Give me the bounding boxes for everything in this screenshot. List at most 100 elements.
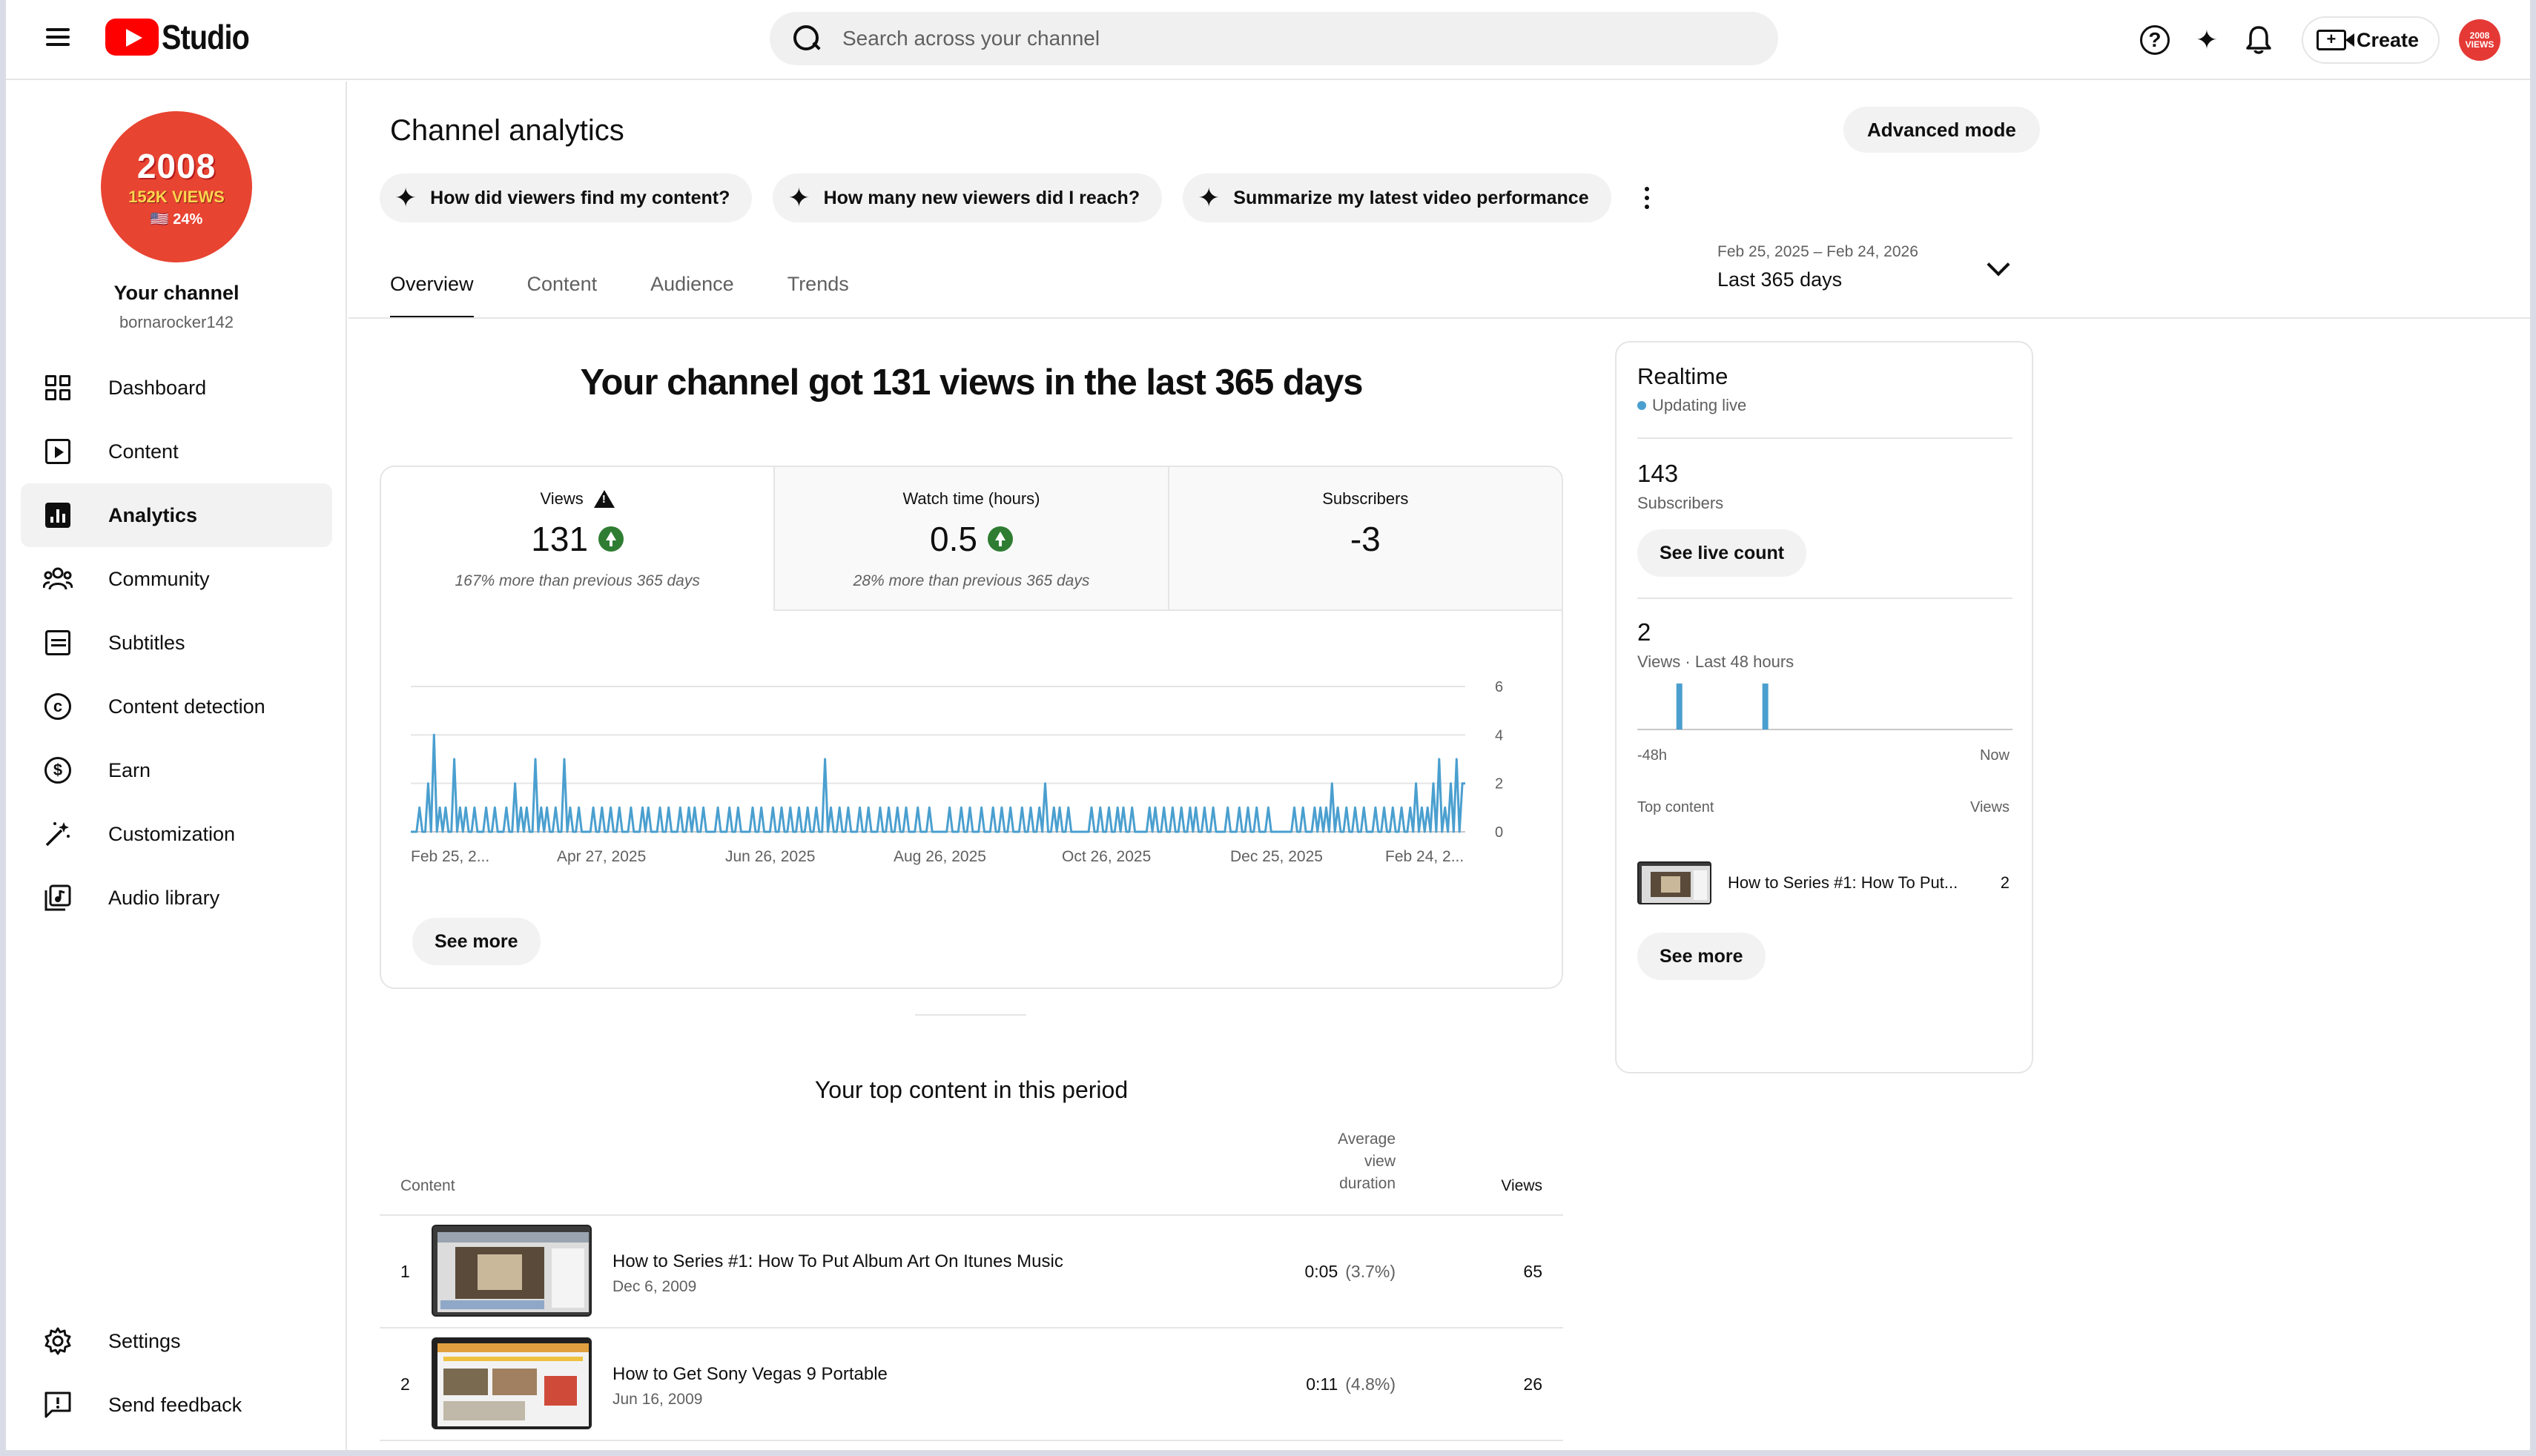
arrow-up-icon: [598, 526, 624, 552]
video-views: 65: [1523, 1262, 1542, 1281]
metric-subscribers[interactable]: Subscribers -3: [1167, 467, 1562, 611]
chip-summarize[interactable]: ✦ Summarize my latest video performance: [1183, 173, 1611, 222]
column-average-view-duration[interactable]: Average view duration: [1307, 1128, 1396, 1195]
sidebar-bottom-nav: Settings Send feedback: [21, 1309, 332, 1437]
summary-headline: Your channel got 131 views in the last 3…: [580, 363, 1364, 403]
see-live-count-button[interactable]: See live count: [1637, 529, 1807, 577]
tab-trends[interactable]: Trends: [787, 264, 849, 319]
create-button[interactable]: + Create: [2301, 16, 2440, 64]
column-content[interactable]: Content: [400, 1177, 455, 1195]
bell-icon[interactable]: [2238, 19, 2279, 61]
realtime-video-views: 2: [2000, 873, 2010, 892]
see-more-button[interactable]: See more: [412, 918, 541, 965]
video-thumbnail[interactable]: [432, 1225, 592, 1317]
realtime-axis-start: -48h: [1637, 747, 1668, 764]
metric-watch-time[interactable]: Watch time (hours) 0.5 28% more than pre…: [773, 467, 1168, 611]
video-thumbnail[interactable]: [1637, 861, 1711, 904]
dollar-icon: $: [43, 755, 73, 785]
sidebar-item-send-feedback[interactable]: Send feedback: [21, 1373, 332, 1437]
create-video-icon: +: [2316, 30, 2354, 50]
table-row[interactable]: 1 How to Series #1: How To Put Album Art…: [380, 1216, 1563, 1328]
metric-views[interactable]: Views 131 167% more than previous 365 da…: [381, 467, 774, 611]
analytics-icon: [43, 500, 73, 530]
advanced-mode-button[interactable]: Advanced mode: [1843, 107, 2040, 153]
tabs-divider: [349, 317, 2530, 319]
more-options-icon[interactable]: [1640, 179, 1654, 216]
header-actions: ? ✦ + Create 2008 VIEWS: [2124, 13, 2500, 67]
video-views: 26: [1523, 1374, 1542, 1394]
video-title[interactable]: How to Series #1: How To Put Album Art O…: [612, 1251, 1063, 1272]
sparkle-icon: ✦: [787, 182, 810, 213]
app-name: Studio: [162, 18, 250, 56]
realtime-bar: [1762, 684, 1769, 729]
menu-icon[interactable]: [42, 24, 74, 56]
overview-card: Views 131 167% more than previous 365 da…: [380, 466, 1563, 989]
divider: [1637, 598, 2012, 599]
realtime-top-content-label: Top content: [1637, 799, 1714, 815]
page-title: Channel analytics: [390, 114, 624, 147]
sidebar-item-audio-library[interactable]: Audio library: [21, 866, 332, 930]
top-content-title: Your top content in this period: [814, 1076, 1129, 1103]
sidebar-item-dashboard[interactable]: Dashboard: [21, 356, 332, 420]
average-view-duration: 0:05 (3.7%): [1304, 1262, 1396, 1281]
chip-new-viewers[interactable]: ✦ How many new viewers did I reach?: [773, 173, 1163, 222]
subtitles-icon: [43, 628, 73, 658]
dashboard-icon: [43, 373, 73, 403]
y-tick-label: 4: [1495, 727, 1503, 744]
sidebar-item-content-detection[interactable]: c Content detection: [21, 675, 332, 738]
top-content-table: Content Average view duration Views 1 Ho…: [380, 1131, 1563, 1441]
analytics-tabs: Overview Content Audience Trends: [390, 264, 902, 319]
sidebar-item-earn[interactable]: $ Earn: [21, 738, 332, 802]
realtime-see-more-button[interactable]: See more: [1637, 933, 1766, 980]
views-line-chart[interactable]: 0 2 4 6 Feb 25, 2... Apr 27, 2025 Jun 26, 2025…: [381, 612, 1563, 989]
audio-library-icon: [43, 883, 73, 913]
top-bar: Studio ? ✦ + Create 2008VIEWS: [6, 0, 2530, 80]
warning-icon[interactable]: [593, 490, 615, 508]
gear-icon: [43, 1326, 73, 1356]
realtime-bar-chart[interactable]: [1637, 681, 2015, 740]
table-row[interactable]: 2 How to Get Sony Vegas 9 Portable Jun 1…: [380, 1328, 1563, 1441]
suggestion-chips: ✦ How did viewers find my content? ✦ How m…: [380, 173, 1654, 222]
video-thumbnail[interactable]: [432, 1337, 592, 1429]
sidebar-item-community[interactable]: Community: [21, 547, 332, 611]
channel-avatar[interactable]: 2008 152K VIEWS 🇺🇸 24%: [101, 111, 252, 262]
sparkle-icon[interactable]: ✦: [2186, 19, 2228, 61]
help-icon[interactable]: ?: [2134, 19, 2176, 61]
column-views[interactable]: Views: [1501, 1177, 1542, 1195]
chip-viewers-find[interactable]: ✦ How did viewers find my content?: [380, 173, 753, 222]
realtime-axis-end: Now: [1979, 747, 2010, 764]
sidebar-item-content[interactable]: Content: [21, 420, 332, 483]
search-icon[interactable]: [792, 24, 822, 53]
date-range-dates: Feb 25, 2025 – Feb 24, 2026: [1717, 243, 1918, 260]
realtime-subscriber-label: Subscribers: [1637, 494, 1724, 512]
date-range-picker[interactable]: Feb 25, 2025 – Feb 24, 2026 Last 365 day…: [1717, 243, 2029, 291]
table-header: Content Average view duration Views: [380, 1131, 1563, 1216]
sidebar-item-subtitles[interactable]: Subtitles: [21, 611, 332, 675]
realtime-subscriber-count: 143: [1637, 460, 1679, 487]
channel-name: Your channel: [113, 282, 240, 304]
sidebar-item-settings[interactable]: Settings: [21, 1309, 332, 1373]
sparkle-icon: ✦: [394, 182, 417, 213]
metric-tabs: Views 131 167% more than previous 365 da…: [381, 467, 1562, 611]
y-tick-label: 2: [1495, 776, 1503, 792]
search-bar[interactable]: [770, 12, 1778, 65]
video-date: Jun 16, 2009: [612, 1391, 703, 1408]
search-input[interactable]: [842, 27, 1732, 50]
tab-content[interactable]: Content: [527, 264, 598, 319]
tab-overview[interactable]: Overview: [390, 264, 474, 319]
video-title[interactable]: How to Get Sony Vegas 9 Portable: [612, 1364, 888, 1385]
youtube-play-icon: [105, 19, 159, 56]
y-tick-label: 6: [1495, 679, 1503, 695]
date-range-label: Last 365 days: [1717, 268, 1843, 291]
sidebar-item-customization[interactable]: Customization: [21, 802, 332, 866]
realtime-views-column: Views: [1970, 799, 2010, 815]
x-tick-label: Dec 25, 2025: [1230, 848, 1323, 865]
arrow-up-icon: [987, 526, 1013, 552]
account-avatar[interactable]: 2008 VIEWS: [2459, 19, 2500, 61]
tab-audience[interactable]: Audience: [650, 264, 734, 319]
sidebar-item-analytics[interactable]: Analytics: [21, 483, 332, 547]
realtime-video-title[interactable]: How to Series #1: How To Put...: [1728, 873, 1972, 893]
studio-logo[interactable]: Studio: [105, 18, 263, 56]
magic-wand-icon: [43, 819, 73, 849]
x-tick-label: Feb 25, 2...: [411, 848, 489, 865]
